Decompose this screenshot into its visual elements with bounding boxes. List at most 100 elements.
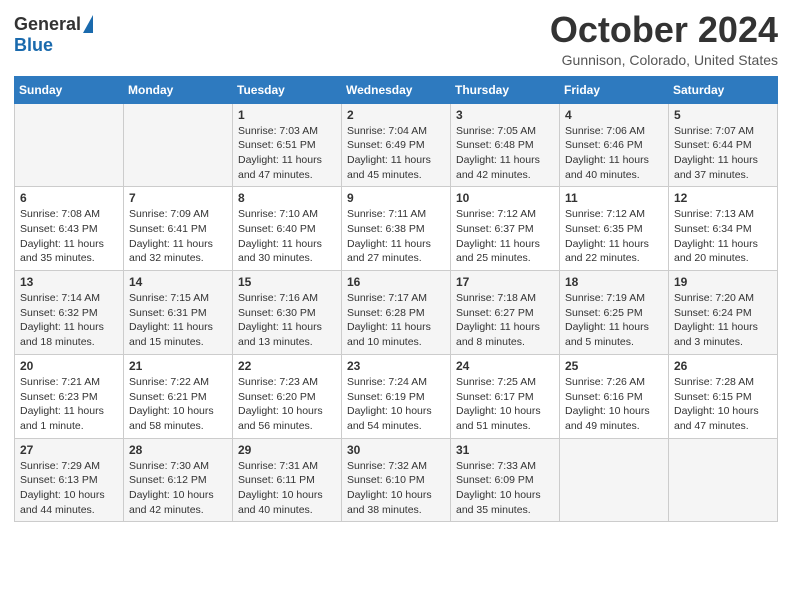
day-info: Sunrise: 7:10 AM Sunset: 6:40 PM Dayligh… xyxy=(238,207,336,266)
day-number: 7 xyxy=(129,191,227,205)
day-number: 15 xyxy=(238,275,336,289)
table-row: 17Sunrise: 7:18 AM Sunset: 6:27 PM Dayli… xyxy=(451,271,560,355)
table-row: 22 Sunrise: 7:23 AM Sunset: 6:20 PM Dayli… xyxy=(233,354,342,438)
table-row: 3 Sunrise: 7:05 AM Sunset: 6:48 PM Daylig… xyxy=(451,103,560,187)
table-row: 1 Sunrise: 7:03 AM Sunset: 6:51 PM Daylig… xyxy=(233,103,342,187)
day-number: 22 xyxy=(238,359,336,373)
day-info: Sunrise: 7:09 AM Sunset: 6:41 PM Dayligh… xyxy=(129,207,227,266)
day-info: Sunrise: 7:03 AM Sunset: 6:51 PM Dayligh… xyxy=(238,124,336,183)
day-info: Sunrise: 7:04 AM Sunset: 6:49 PM Dayligh… xyxy=(347,124,445,183)
day-number: 19 xyxy=(674,275,772,289)
day-info: Sunrise: 7:06 AM Sunset: 6:46 PM Dayligh… xyxy=(565,124,663,183)
day-info: Sunrise: 7:23 AM Sunset: 6:20 PM Dayligh… xyxy=(238,375,336,434)
day-number: 11 xyxy=(565,191,663,205)
day-number: 31 xyxy=(456,443,554,457)
day-info: Sunrise: 7:12 AM Sunset: 6:35 PM Dayligh… xyxy=(565,207,663,266)
day-number: 12 xyxy=(674,191,772,205)
table-row: 25Sunrise: 7:26 AM Sunset: 6:16 PM Dayli… xyxy=(560,354,669,438)
day-info: Sunrise: 7:14 AM Sunset: 6:32 PM Dayligh… xyxy=(20,291,118,350)
day-number: 28 xyxy=(129,443,227,457)
day-info: Sunrise: 7:19 AM Sunset: 6:25 PM Dayligh… xyxy=(565,291,663,350)
table-row: 4 Sunrise: 7:06 AM Sunset: 6:46 PM Daylig… xyxy=(560,103,669,187)
day-number: 2 xyxy=(347,108,445,122)
table-row: 30Sunrise: 7:32 AM Sunset: 6:10 PM Dayli… xyxy=(342,438,451,522)
day-number: 27 xyxy=(20,443,118,457)
calendar-title: October 2024 xyxy=(550,10,778,50)
day-number: 5 xyxy=(674,108,772,122)
day-info: Sunrise: 7:08 AM Sunset: 6:43 PM Dayligh… xyxy=(20,207,118,266)
table-row: 19 Sunrise: 7:20 AM Sunset: 6:24 PM Dayli… xyxy=(669,271,778,355)
day-number: 24 xyxy=(456,359,554,373)
table-row: 7 Sunrise: 7:09 AM Sunset: 6:41 PM Daylig… xyxy=(124,187,233,271)
table-row: 13 Sunrise: 7:14 AM Sunset: 6:32 PM Dayli… xyxy=(15,271,124,355)
header-thursday: Thursday xyxy=(451,76,560,103)
table-row: 16 Sunrise: 7:17 AM Sunset: 6:28 PM Dayli… xyxy=(342,271,451,355)
table-row xyxy=(669,438,778,522)
day-number: 6 xyxy=(20,191,118,205)
table-row xyxy=(124,103,233,187)
day-number: 18 xyxy=(565,275,663,289)
day-number: 4 xyxy=(565,108,663,122)
table-row: 29Sunrise: 7:31 AM Sunset: 6:11 PM Dayli… xyxy=(233,438,342,522)
day-info: Sunrise: 7:24 AM Sunset: 6:19 PM Dayligh… xyxy=(347,375,445,434)
table-row: 12 Sunrise: 7:13 AM Sunset: 6:34 PM Dayli… xyxy=(669,187,778,271)
day-info: Sunrise: 7:05 AM Sunset: 6:48 PM Dayligh… xyxy=(456,124,554,183)
day-info: Sunrise: 7:20 AM Sunset: 6:24 PM Dayligh… xyxy=(674,291,772,350)
day-info: Sunrise: 7:17 AM Sunset: 6:28 PM Dayligh… xyxy=(347,291,445,350)
calendar-week-row: 6 Sunrise: 7:08 AM Sunset: 6:43 PM Daylig… xyxy=(15,187,778,271)
logo-general-text: General xyxy=(14,14,81,35)
table-row: 27Sunrise: 7:29 AM Sunset: 6:13 PM Dayli… xyxy=(15,438,124,522)
header: General Blue October 2024 Gunnison, Colo… xyxy=(14,10,778,68)
table-row: 31Sunrise: 7:33 AM Sunset: 6:09 PM Dayli… xyxy=(451,438,560,522)
table-row: 20 Sunrise: 7:21 AM Sunset: 6:23 PM Dayli… xyxy=(15,354,124,438)
day-number: 3 xyxy=(456,108,554,122)
day-number: 17 xyxy=(456,275,554,289)
table-row: 15Sunrise: 7:16 AM Sunset: 6:30 PM Dayli… xyxy=(233,271,342,355)
table-row: 6 Sunrise: 7:08 AM Sunset: 6:43 PM Daylig… xyxy=(15,187,124,271)
day-number: 30 xyxy=(347,443,445,457)
header-friday: Friday xyxy=(560,76,669,103)
day-info: Sunrise: 7:11 AM Sunset: 6:38 PM Dayligh… xyxy=(347,207,445,266)
header-monday: Monday xyxy=(124,76,233,103)
table-row xyxy=(560,438,669,522)
day-info: Sunrise: 7:13 AM Sunset: 6:34 PM Dayligh… xyxy=(674,207,772,266)
calendar-location: Gunnison, Colorado, United States xyxy=(550,52,778,68)
day-number: 16 xyxy=(347,275,445,289)
day-info: Sunrise: 7:22 AM Sunset: 6:21 PM Dayligh… xyxy=(129,375,227,434)
table-row: 10 Sunrise: 7:12 AM Sunset: 6:37 PM Dayli… xyxy=(451,187,560,271)
calendar-week-row: 20 Sunrise: 7:21 AM Sunset: 6:23 PM Dayli… xyxy=(15,354,778,438)
table-row: 23 Sunrise: 7:24 AM Sunset: 6:19 PM Dayli… xyxy=(342,354,451,438)
table-row: 18 Sunrise: 7:19 AM Sunset: 6:25 PM Dayli… xyxy=(560,271,669,355)
day-number: 20 xyxy=(20,359,118,373)
logo-blue-text: Blue xyxy=(14,35,53,56)
header-sunday: Sunday xyxy=(15,76,124,103)
calendar-header-row: Sunday Monday Tuesday Wednesday Thursday… xyxy=(15,76,778,103)
day-info: Sunrise: 7:21 AM Sunset: 6:23 PM Dayligh… xyxy=(20,375,118,434)
title-block: October 2024 Gunnison, Colorado, United … xyxy=(550,10,778,68)
header-saturday: Saturday xyxy=(669,76,778,103)
calendar-week-row: 1 Sunrise: 7:03 AM Sunset: 6:51 PM Daylig… xyxy=(15,103,778,187)
calendar-week-row: 27Sunrise: 7:29 AM Sunset: 6:13 PM Dayli… xyxy=(15,438,778,522)
day-number: 23 xyxy=(347,359,445,373)
day-number: 13 xyxy=(20,275,118,289)
day-info: Sunrise: 7:07 AM Sunset: 6:44 PM Dayligh… xyxy=(674,124,772,183)
table-row: 26 Sunrise: 7:28 AM Sunset: 6:15 PM Dayli… xyxy=(669,354,778,438)
day-number: 26 xyxy=(674,359,772,373)
table-row: 11 Sunrise: 7:12 AM Sunset: 6:35 PM Dayli… xyxy=(560,187,669,271)
day-number: 10 xyxy=(456,191,554,205)
day-number: 1 xyxy=(238,108,336,122)
day-info: Sunrise: 7:25 AM Sunset: 6:17 PM Dayligh… xyxy=(456,375,554,434)
table-row: 8 Sunrise: 7:10 AM Sunset: 6:40 PM Daylig… xyxy=(233,187,342,271)
day-info: Sunrise: 7:12 AM Sunset: 6:37 PM Dayligh… xyxy=(456,207,554,266)
table-row: 24 Sunrise: 7:25 AM Sunset: 6:17 PM Dayli… xyxy=(451,354,560,438)
day-info: Sunrise: 7:31 AM Sunset: 6:11 PM Dayligh… xyxy=(238,459,336,518)
day-info: Sunrise: 7:28 AM Sunset: 6:15 PM Dayligh… xyxy=(674,375,772,434)
calendar-container: General Blue October 2024 Gunnison, Colo… xyxy=(0,0,792,536)
day-number: 8 xyxy=(238,191,336,205)
day-number: 25 xyxy=(565,359,663,373)
day-number: 21 xyxy=(129,359,227,373)
logo-triangle-icon xyxy=(83,15,93,33)
table-row: 5 Sunrise: 7:07 AM Sunset: 6:44 PM Daylig… xyxy=(669,103,778,187)
day-number: 14 xyxy=(129,275,227,289)
calendar-week-row: 13 Sunrise: 7:14 AM Sunset: 6:32 PM Dayli… xyxy=(15,271,778,355)
